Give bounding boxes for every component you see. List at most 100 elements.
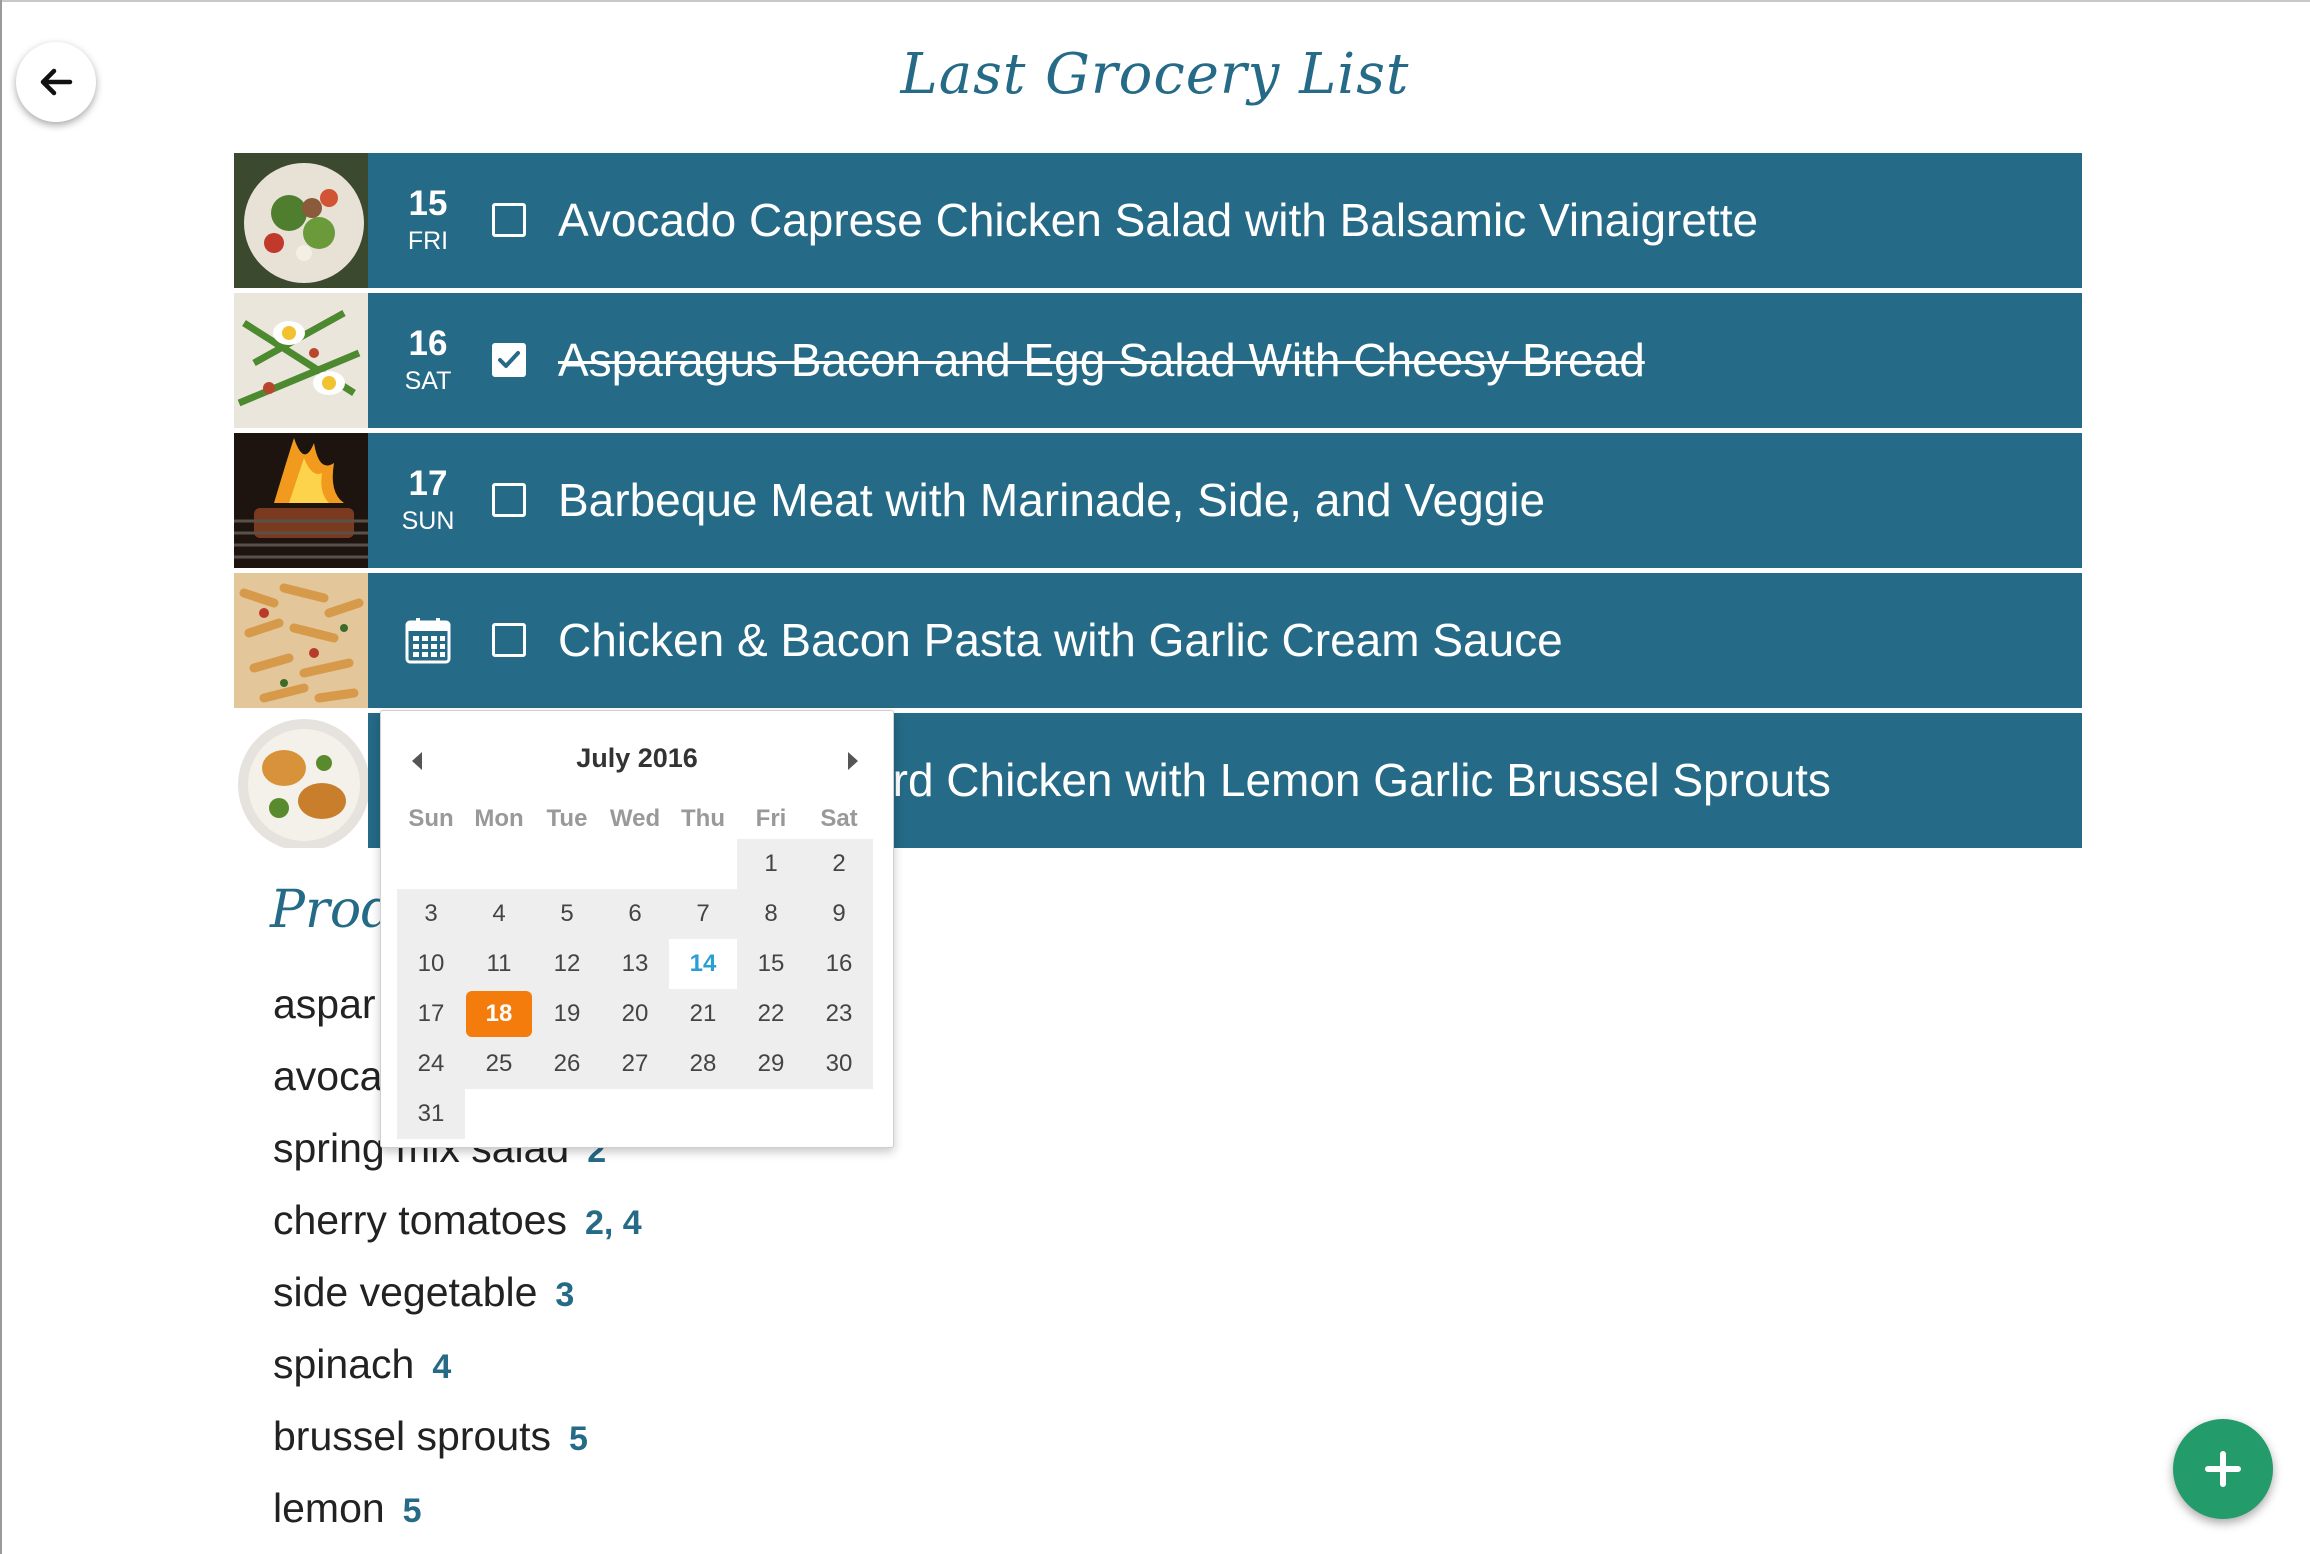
meal-date[interactable] <box>368 573 488 708</box>
meal-checkbox[interactable] <box>492 203 526 237</box>
datepicker-day[interactable]: 13 <box>601 939 669 989</box>
meal-thumbnail <box>234 153 368 288</box>
next-month-button[interactable] <box>841 747 865 775</box>
produce-name: aspar <box>273 981 376 1027</box>
datepicker-day[interactable]: 7 <box>669 889 737 939</box>
datepicker-day[interactable]: 2 <box>805 839 873 889</box>
datepicker-grid: Sun Mon Tue Wed Thu Fri Sat 1 2 3 4 5 6 7 8 9 10 1… <box>397 799 873 1139</box>
datepicker-day[interactable]: 1 <box>737 839 805 889</box>
meal-title[interactable]: Chicken & Bacon Pasta with Garlic Cream … <box>558 573 1563 708</box>
meal-date[interactable]: 15 FRI <box>368 153 488 288</box>
datepicker-empty-cell <box>601 1089 669 1139</box>
window-top-border <box>0 0 2310 2</box>
datepicker-empty-cell <box>465 839 533 889</box>
meal-checkbox[interactable] <box>492 483 526 517</box>
datepicker-day[interactable]: 17 <box>397 989 465 1039</box>
datepicker-day[interactable]: 28 <box>669 1039 737 1089</box>
datepicker-day[interactable]: 25 <box>465 1039 533 1089</box>
meal-title[interactable]: Avocado Caprese Chicken Salad with Balsa… <box>558 153 1758 288</box>
datepicker-day-today[interactable]: 14 <box>669 939 737 989</box>
datepicker-day[interactable]: 5 <box>533 889 601 939</box>
datepicker-weekday-row: Sun Mon Tue Wed Thu Fri Sat <box>397 799 873 839</box>
produce-meal-refs: 5 <box>402 1492 422 1530</box>
datepicker-day[interactable]: 19 <box>533 989 601 1039</box>
datepicker-day[interactable]: 31 <box>397 1089 465 1139</box>
produce-name: side vegetable <box>273 1269 538 1315</box>
datepicker-empty-cell <box>465 1089 533 1139</box>
datepicker-day[interactable]: 24 <box>397 1039 465 1089</box>
meal-date[interactable]: 17 SUN <box>368 433 488 568</box>
produce-item[interactable]: side vegetable 3 <box>273 1256 642 1328</box>
datepicker-empty-cell <box>397 839 465 889</box>
meal-row[interactable]: 17 SUN Barbeque Meat with Marinade, Side… <box>234 433 2082 568</box>
page-title: Last Grocery List <box>900 42 1410 107</box>
datepicker-day[interactable]: 3 <box>397 889 465 939</box>
datepicker-day[interactable]: 30 <box>805 1039 873 1089</box>
meal-row[interactable]: Chicken & Bacon Pasta with Garlic Cream … <box>234 573 2082 708</box>
meal-date[interactable]: 16 SAT <box>368 293 488 428</box>
datepicker-day[interactable]: 11 <box>465 939 533 989</box>
produce-item[interactable]: spinach 4 <box>273 1328 642 1400</box>
datepicker-day[interactable]: 4 <box>465 889 533 939</box>
datepicker-day[interactable]: 23 <box>805 989 873 1039</box>
datepicker-header: July 2016 <box>381 741 893 781</box>
datepicker-day[interactable]: 16 <box>805 939 873 989</box>
meal-title[interactable]: Barbeque Meat with Marinade, Side, and V… <box>558 433 1545 568</box>
datepicker-day[interactable]: 8 <box>737 889 805 939</box>
weekday-label: Mon <box>474 805 524 832</box>
weekday-label: Tue <box>546 805 588 832</box>
datepicker-empty-cell <box>533 1089 601 1139</box>
datepicker-day[interactable]: 21 <box>669 989 737 1039</box>
produce-name: cherry tomatoes <box>273 1197 567 1243</box>
datepicker-day[interactable]: 6 <box>601 889 669 939</box>
datepicker-week-row: 24 25 26 27 28 29 30 <box>397 1039 873 1089</box>
datepicker-day-selected[interactable]: 18 <box>465 989 533 1039</box>
caret-right-icon <box>848 752 858 770</box>
meal-day-number: 15 <box>408 183 448 223</box>
datepicker-day[interactable]: 29 <box>737 1039 805 1089</box>
datepicker-day[interactable]: 22 <box>737 989 805 1039</box>
datepicker-empty-cell <box>533 839 601 889</box>
weekday-label: Thu <box>681 805 725 832</box>
datepicker-day[interactable]: 10 <box>397 939 465 989</box>
produce-meal-refs: 5 <box>569 1420 588 1458</box>
produce-item[interactable]: brussel sprouts 5 <box>273 1400 642 1472</box>
meal-checkbox-checked[interactable] <box>492 343 526 377</box>
datepicker-empty-cell <box>805 1089 873 1139</box>
datepicker-day[interactable]: 26 <box>533 1039 601 1089</box>
datepicker-day[interactable]: 12 <box>533 939 601 989</box>
datepicker-week-row: 3456789 <box>397 889 873 939</box>
meal-row[interactable]: 15 FRI Avocado Caprese Chicken Salad wit… <box>234 153 2082 288</box>
meal-row[interactable]: 16 SAT Asparagus Bacon and Egg Salad Wit… <box>234 293 2082 428</box>
calendar-icon[interactable] <box>404 616 452 666</box>
produce-name: lemon <box>273 1485 385 1531</box>
meal-title[interactable]: Asparagus Bacon and Egg Salad With Chees… <box>558 293 1645 428</box>
datepicker-empty-cell <box>669 1089 737 1139</box>
window-left-border <box>0 0 2 1554</box>
datepicker-month-label[interactable]: July 2016 <box>381 743 893 774</box>
produce-meal-refs: 4 <box>432 1348 452 1386</box>
weekday-label: Wed <box>609 805 661 832</box>
produce-item[interactable]: lemon 5 <box>273 1472 642 1544</box>
produce-item[interactable]: cherry tomatoes 2, 4 <box>273 1184 642 1256</box>
weekday-label: Sun <box>408 805 454 832</box>
datepicker-week-row: 17 18 19 20 21 22 23 <box>397 989 873 1039</box>
datepicker-day[interactable]: 20 <box>601 989 669 1039</box>
produce-name: avoca <box>273 1053 383 1099</box>
add-meal-button[interactable] <box>2173 1419 2273 1519</box>
produce-heading: Prod <box>270 880 395 940</box>
datepicker-day[interactable]: 9 <box>805 889 873 939</box>
datepicker-week-row: 31 <box>397 1089 873 1139</box>
meal-checkbox[interactable] <box>492 623 526 657</box>
datepicker-day[interactable]: 15 <box>737 939 805 989</box>
datepicker-day[interactable]: 27 <box>601 1039 669 1089</box>
meal-day-number: 16 <box>408 323 448 363</box>
checkmark-icon <box>498 351 520 368</box>
datepicker-empty-cell <box>601 839 669 889</box>
datepicker-week-row: 10 11 12 13 14 15 16 <box>397 939 873 989</box>
meal-weekday: FRI <box>407 226 449 255</box>
produce-name: spinach <box>273 1341 415 1387</box>
meal-thumbnail <box>234 293 368 428</box>
produce-name: brussel sprouts <box>273 1413 552 1459</box>
selected-day-label: 18 <box>466 991 532 1037</box>
